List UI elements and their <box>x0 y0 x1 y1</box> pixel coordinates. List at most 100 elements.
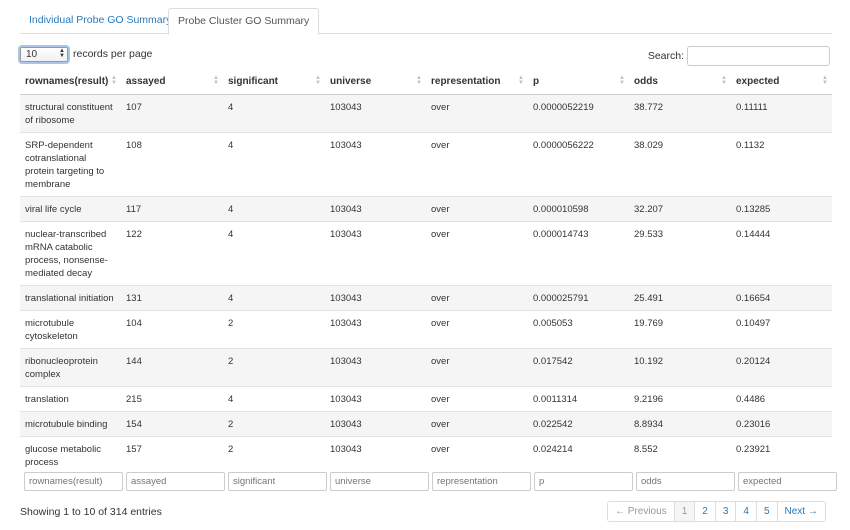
table-cell: 29.533 <box>629 220 731 285</box>
table-cell: 4 <box>223 385 325 411</box>
table-cell: glucose metabolic process <box>20 435 121 474</box>
table-cell: 19.769 <box>629 309 731 348</box>
table-cell: ribonucleoprotein complex <box>20 347 121 386</box>
page-button-2[interactable]: 2 <box>694 502 715 521</box>
table-cell: 0.005053 <box>528 309 629 348</box>
length-control: 10 ▲ ▼ records per page <box>20 46 152 62</box>
column-header-odds[interactable]: odds ▲ ▼ <box>629 70 731 95</box>
table-cell: 4 <box>223 195 325 221</box>
table-cell: 103043 <box>325 309 426 348</box>
results-table-container: rownames(result) ▲ ▼ assayed ▲ ▼ significant… <box>20 70 832 474</box>
tab-probe-cluster-go-summary[interactable]: Probe Cluster GO Summary <box>168 8 320 35</box>
table-cell: 0.23921 <box>731 435 832 474</box>
table-row: microtubule cytoskeleton 104 2 103043 ov… <box>20 309 832 348</box>
column-header-significant[interactable]: significant ▲ ▼ <box>223 70 325 95</box>
page-button-3[interactable]: 3 <box>714 502 736 521</box>
table-cell: 38.772 <box>629 93 731 132</box>
table-cell: over <box>426 284 528 310</box>
filter-rownames-input[interactable] <box>24 472 123 491</box>
table-cell: 2 <box>223 309 325 348</box>
table-cell: viral life cycle <box>20 195 121 221</box>
filter-odds-input[interactable] <box>636 472 735 491</box>
table-row: viral life cycle 117 4 103043 over 0.000… <box>20 195 832 221</box>
table-cell: 0.024214 <box>528 435 629 474</box>
table-cell: 4 <box>223 131 325 196</box>
sort-icon: ▲ ▼ <box>213 75 219 86</box>
previous-page-button[interactable]: ← Previous <box>608 502 674 521</box>
table-cell: 0.23016 <box>731 410 832 436</box>
table-cell: 38.029 <box>629 131 731 196</box>
sort-icon: ▲ ▼ <box>315 75 321 86</box>
table-cell: 0.11111 <box>731 93 832 132</box>
table-cell: 0.000025791 <box>528 284 629 310</box>
table-row: translational initiation 131 4 103043 ov… <box>20 284 832 310</box>
table-cell: nuclear-transcribed mRNA catabolic proce… <box>20 220 121 285</box>
sort-icon: ▲ ▼ <box>721 75 727 86</box>
table-cell: 103043 <box>325 93 426 132</box>
column-header-label: rownames(result) <box>25 76 109 88</box>
table-cell: over <box>426 195 528 221</box>
column-header-label: odds <box>634 76 658 88</box>
table-cell: 32.207 <box>629 195 731 221</box>
table-cell: over <box>426 347 528 386</box>
table-cell: 103043 <box>325 220 426 285</box>
results-table: rownames(result) ▲ ▼ assayed ▲ ▼ significant… <box>20 70 832 474</box>
filter-universe-input[interactable] <box>330 472 429 491</box>
table-cell: 157 <box>121 435 223 474</box>
table-cell: SRP-dependent cotranslational protein ta… <box>20 131 121 196</box>
table-cell: 107 <box>121 93 223 132</box>
table-header-row: rownames(result) ▲ ▼ assayed ▲ ▼ significant… <box>20 70 832 95</box>
search-label: Search: <box>647 50 684 62</box>
page-button-5[interactable]: 5 <box>755 502 777 521</box>
records-per-page-select[interactable]: 10 ▲ ▼ <box>20 46 68 62</box>
table-cell: over <box>426 309 528 348</box>
tab-individual-probe-go-summary[interactable]: Individual Probe GO Summary <box>20 8 180 34</box>
column-header-expected[interactable]: expected ▲ ▼ <box>731 70 832 95</box>
column-header-assayed[interactable]: assayed ▲ ▼ <box>121 70 223 95</box>
filter-p-input[interactable] <box>534 472 633 491</box>
table-cell: 0.10497 <box>731 309 832 348</box>
column-header-label: representation <box>431 76 501 88</box>
search-area: Search: <box>648 46 830 66</box>
table-row: ribonucleoprotein complex 144 2 103043 o… <box>20 347 832 386</box>
page-button-4[interactable]: 4 <box>735 502 756 521</box>
pagination: ← Previous 1 2 3 4 5 Next → <box>607 501 826 522</box>
records-per-page-value: 10 <box>26 48 38 60</box>
table-cell: 10.192 <box>629 347 731 386</box>
table-cell: 122 <box>121 220 223 285</box>
spinner-arrows-icon: ▲ ▼ <box>59 47 65 59</box>
table-cell: 4 <box>223 284 325 310</box>
table-cell: translation <box>20 385 121 411</box>
table-cell: 103043 <box>325 195 426 221</box>
table-cell: 2 <box>223 410 325 436</box>
column-header-label: universe <box>330 76 372 88</box>
filter-representation-input[interactable] <box>432 472 531 491</box>
table-cell: over <box>426 410 528 436</box>
sort-icon: ▲ ▼ <box>822 75 828 86</box>
table-cell: 0.14444 <box>731 220 832 285</box>
table-cell: 108 <box>121 131 223 196</box>
column-header-universe[interactable]: universe ▲ ▼ <box>325 70 426 95</box>
next-page-button[interactable]: Next → <box>776 502 825 521</box>
column-header-representation[interactable]: representation ▲ ▼ <box>426 70 528 95</box>
table-cell: 215 <box>121 385 223 411</box>
table-cell: 103043 <box>325 347 426 386</box>
column-header-p[interactable]: p ▲ ▼ <box>528 70 629 95</box>
filter-significant-input[interactable] <box>228 472 327 491</box>
search-input[interactable] <box>687 46 830 66</box>
filter-expected-input[interactable] <box>738 472 837 491</box>
table-cell: 103043 <box>325 410 426 436</box>
table-cell: 0.16654 <box>731 284 832 310</box>
table-cell: 0.20124 <box>731 347 832 386</box>
column-header-label: assayed <box>126 76 166 88</box>
table-cell: 104 <box>121 309 223 348</box>
table-cell: 8.552 <box>629 435 731 474</box>
table-cell: 144 <box>121 347 223 386</box>
table-row: translation 215 4 103043 over 0.0011314 … <box>20 385 832 411</box>
column-header-rownames[interactable]: rownames(result) ▲ ▼ <box>20 70 121 95</box>
filter-assayed-input[interactable] <box>126 472 225 491</box>
sort-icon: ▲ ▼ <box>416 75 422 86</box>
page-button-1[interactable]: 1 <box>673 502 695 521</box>
table-cell: 0.017542 <box>528 347 629 386</box>
table-cell: 0.000014743 <box>528 220 629 285</box>
